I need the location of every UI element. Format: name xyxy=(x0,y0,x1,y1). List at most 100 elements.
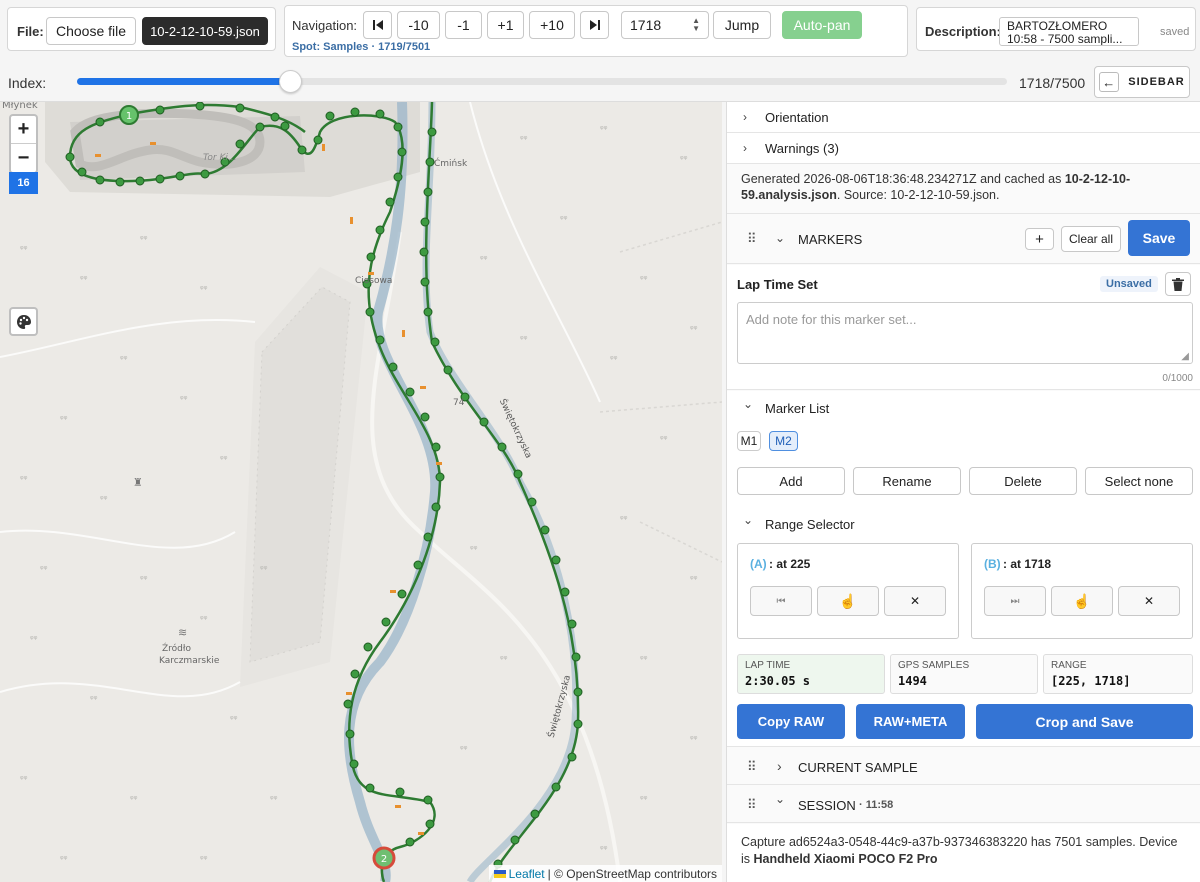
loaded-file-name[interactable]: 10-2-12-10-59.json xyxy=(142,17,268,45)
svg-text:ᵠᵠ: ᵠᵠ xyxy=(640,655,648,665)
svg-text:ᵠᵠ: ᵠᵠ xyxy=(270,795,278,805)
svg-text:ᵠᵠ: ᵠᵠ xyxy=(680,155,688,165)
range-a-clear-button[interactable]: ✕ xyxy=(884,586,946,616)
orientation-section[interactable]: › Orientation xyxy=(727,102,1200,133)
rename-marker-button[interactable]: Rename xyxy=(853,467,961,495)
range-b-clear-button[interactable]: ✕ xyxy=(1118,586,1180,616)
place-label-cminsk: Ćmińsk xyxy=(434,157,468,169)
choose-file-button[interactable]: Choose file xyxy=(46,17,136,45)
range-b-tag: (B) xyxy=(984,557,1001,571)
sidebar-toggle-button[interactable]: ← SIDEBAR xyxy=(1094,66,1190,98)
minus1-button[interactable]: -1 xyxy=(445,11,482,39)
svg-text:ᵠᵠ: ᵠᵠ xyxy=(600,845,608,855)
resize-handle-icon: ◢ xyxy=(1181,351,1189,362)
chevron-down-icon[interactable]: ⌄ xyxy=(775,231,785,245)
drag-handle-icon[interactable]: ⠿ xyxy=(747,231,756,247)
leaflet-link[interactable]: Leaflet xyxy=(509,867,545,881)
svg-text:ᵠᵠ: ᵠᵠ xyxy=(100,495,108,505)
stepper-icon: ▲ ▼ xyxy=(692,16,700,33)
svg-text:ᵠᵠ: ᵠᵠ xyxy=(180,395,188,405)
svg-text:ᵠᵠ: ᵠᵠ xyxy=(600,125,608,135)
add-marker-set-button[interactable]: + xyxy=(1025,228,1054,250)
top-toolbar: File: Choose file 10-2-12-10-59.json Nav… xyxy=(0,0,1200,62)
copy-raw-button[interactable]: Copy RAW xyxy=(737,704,845,739)
hand-pointer-icon: ☝ xyxy=(839,592,857,609)
session-header[interactable]: ⠿ ⌄ SESSION · 11:58 xyxy=(727,786,1200,823)
index-slider-thumb[interactable] xyxy=(278,70,302,93)
palette-button[interactable] xyxy=(9,307,38,336)
marker-set-note[interactable]: Add note for this marker set... ◢ xyxy=(737,302,1193,364)
last-sample-button[interactable] xyxy=(580,11,609,39)
svg-text:ᵠᵠ: ᵠᵠ xyxy=(470,545,478,555)
markers-header: ⠿ ⌄ MARKERS + Clear all Save xyxy=(727,214,1200,264)
plus10-button[interactable]: +10 xyxy=(529,11,575,39)
range-b-set-button[interactable]: ☝ xyxy=(1051,586,1113,616)
select-none-button[interactable]: Select none xyxy=(1085,467,1193,495)
orientation-title: Orientation xyxy=(765,110,829,125)
gps-samples-stat: GPS SAMPLES 1494 xyxy=(890,654,1038,694)
plus1-button[interactable]: +1 xyxy=(487,11,524,39)
range-a-set-button[interactable]: ☝ xyxy=(817,586,879,616)
close-icon: ✕ xyxy=(909,594,921,608)
raw-meta-button[interactable]: RAW+META xyxy=(856,704,965,739)
jump-button[interactable]: Jump xyxy=(713,11,771,39)
index-label: Index: xyxy=(8,75,47,91)
marker-list-title: Marker List xyxy=(765,401,830,416)
index-input[interactable]: 1718 ▲ ▼ xyxy=(621,11,709,39)
range-label: RANGE xyxy=(1051,660,1087,671)
map-view[interactable]: ᵠᵠ ᵠᵠ ᵠᵠ ᵠᵠ ᵠᵠ ᵠᵠ ᵠᵠ ᵠᵠ ᵠᵠ ᵠᵠ ᵠᵠ ᵠᵠ ᵠᵠ ᵠᵠ ᵠᵠ ᵠᵠ ᵠᵠ ᵠᵠ ᵠᵠ ᵠᵠ… xyxy=(0,102,722,882)
svg-text:ᵠᵠ: ᵠᵠ xyxy=(620,515,628,525)
minus10-button[interactable]: -10 xyxy=(397,11,440,39)
index-slider[interactable] xyxy=(77,70,1007,93)
chevron-right-icon: › xyxy=(743,110,747,124)
chevron-down-icon[interactable]: ⌄ xyxy=(743,397,753,411)
lap-time-label: LAP TIME xyxy=(745,660,791,671)
markers-title: MARKERS xyxy=(798,232,863,247)
range-a-tag: (A) xyxy=(750,557,767,571)
marker-1[interactable]: 1 xyxy=(119,105,139,125)
crop-and-save-button[interactable]: Crop and Save xyxy=(976,704,1193,739)
range-a-goto-button[interactable]: ⏮ xyxy=(750,586,812,616)
marker-chip-m1[interactable]: M1 xyxy=(737,431,761,451)
clear-all-button[interactable]: Clear all xyxy=(1061,226,1121,252)
svg-text:ᵠᵠ: ᵠᵠ xyxy=(200,855,208,865)
description-input[interactable]: BARTOZŁOMERO 10:58 - 7500 sampli... xyxy=(999,17,1139,46)
place-label-tor: Tor Ki... xyxy=(203,153,236,163)
drag-handle-icon[interactable]: ⠿ xyxy=(747,797,756,813)
svg-text:ᵠᵠ: ᵠᵠ xyxy=(60,855,68,865)
first-sample-button[interactable] xyxy=(363,11,392,39)
chevron-down-icon[interactable]: ⌄ xyxy=(743,513,753,527)
svg-text:ᵠᵠ: ᵠᵠ xyxy=(640,795,648,805)
current-sample-header[interactable]: ⠿ › CURRENT SAMPLE xyxy=(727,748,1200,785)
marker-chip-m2[interactable]: M2 xyxy=(769,431,798,451)
svg-text:ᵠᵠ: ᵠᵠ xyxy=(80,275,88,285)
warnings-section[interactable]: › Warnings (3) xyxy=(727,133,1200,164)
zoom-out-button[interactable]: − xyxy=(11,144,36,172)
markers-save-button[interactable]: Save xyxy=(1128,220,1190,256)
skip-first-icon: ⏮ xyxy=(776,595,786,607)
current-sample-title: CURRENT SAMPLE xyxy=(798,760,918,775)
svg-text:ᵠᵠ: ᵠᵠ xyxy=(200,615,208,625)
place-label-mlynek: Młynek xyxy=(2,102,38,111)
add-marker-button[interactable]: Add xyxy=(737,467,845,495)
index-slider-fill xyxy=(77,78,290,85)
autopan-button[interactable]: Auto-pan xyxy=(782,11,862,39)
skip-first-icon xyxy=(372,20,383,30)
index-bar: Index: 1718/7500 ← SIDEBAR xyxy=(0,62,1200,102)
range-b-goto-button[interactable]: ⏭ xyxy=(984,586,1046,616)
zoom-in-button[interactable]: + xyxy=(11,116,36,144)
marker-2[interactable]: 2 xyxy=(372,846,396,870)
zoom-level-badge: 16 xyxy=(9,172,38,194)
chevron-down-icon: ⌄ xyxy=(775,792,786,806)
navigation-label: Navigation: xyxy=(292,18,358,33)
range-selector-title: Range Selector xyxy=(765,517,855,532)
session-time: · 11:58 xyxy=(859,799,894,811)
lap-time-value: 2:30.05 s xyxy=(745,674,811,688)
delete-marker-button[interactable]: Delete xyxy=(969,467,1077,495)
drag-handle-icon[interactable]: ⠿ xyxy=(747,759,756,775)
delete-set-button[interactable] xyxy=(1165,272,1191,296)
svg-text:ᵠᵠ: ᵠᵠ xyxy=(140,235,148,245)
range-b-text: : at 1718 xyxy=(1003,557,1052,571)
road-label-74: 74 xyxy=(453,398,465,408)
map-tiles: ᵠᵠ ᵠᵠ ᵠᵠ ᵠᵠ ᵠᵠ ᵠᵠ ᵠᵠ ᵠᵠ ᵠᵠ ᵠᵠ ᵠᵠ ᵠᵠ ᵠᵠ ᵠᵠ ᵠᵠ ᵠᵠ ᵠᵠ ᵠᵠ ᵠᵠ ᵠᵠ… xyxy=(0,102,722,882)
